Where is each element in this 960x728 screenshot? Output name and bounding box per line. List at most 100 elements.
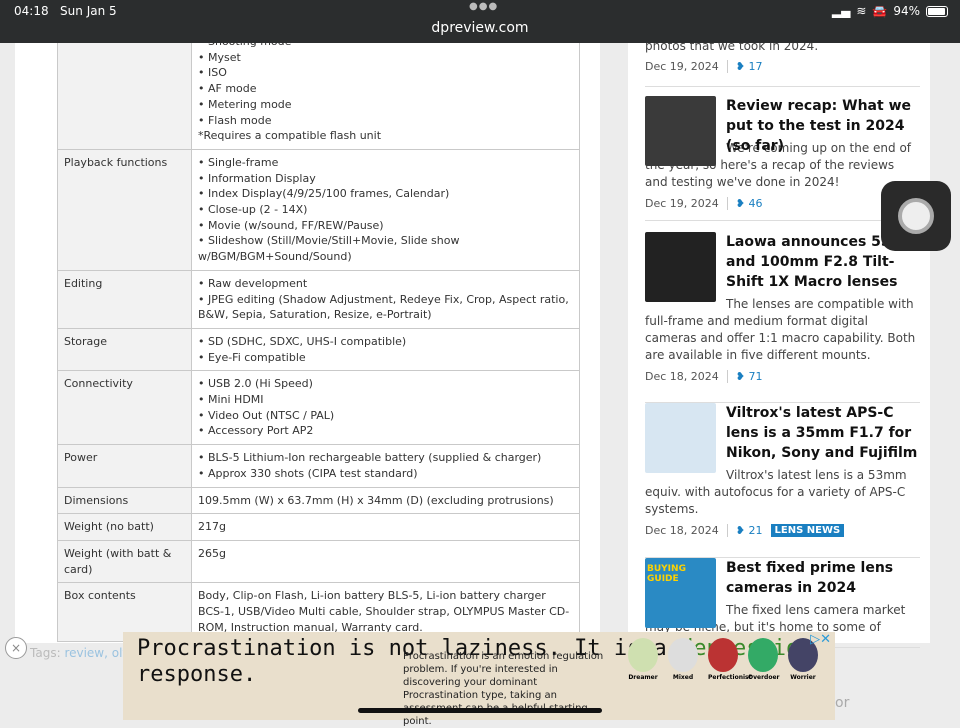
item-meta: Dec 19, 2024 ❥ 17: [645, 60, 920, 73]
spec-row: Editing • Raw development • JPEG editing (…: [57, 269, 580, 329]
item-meta: Dec 18, 2024 ❥ 71: [645, 370, 920, 383]
item-thumbnail[interactable]: BUYING GUIDE: [645, 558, 716, 628]
ad-type-figure: Mixed: [668, 638, 698, 681]
sidebar-item[interactable]: Review recap: What we put to the test in…: [645, 96, 920, 221]
spec-label: Connectivity: [57, 370, 192, 446]
spec-row: Storage • SD (SDHC, SDXC, UHS-I compatibl…: [57, 327, 580, 372]
battery-percent: 94%: [893, 4, 920, 18]
spec-value: 217g: [191, 513, 580, 541]
spec-line: • BLS-5 Lithium-Ion rechargeable battery…: [198, 451, 542, 465]
home-indicator[interactable]: [358, 708, 602, 713]
ad-choices-icon[interactable]: ▷✕: [810, 632, 831, 647]
spec-value: • SD (SDHC, SDXC, UHS-I compatible) • Eye…: [191, 327, 580, 372]
spec-line: • AF mode: [198, 82, 257, 96]
spec-label: [57, 28, 192, 150]
spec-row: Power • BLS-5 Lithium-Ion rechargeable ba…: [57, 444, 580, 488]
ad-type-figure: Dreamer: [628, 638, 658, 681]
ad-types: Dreamer Mixed Perfectionist Overdoer Worrier: [628, 638, 818, 681]
multitask-dots-icon[interactable]: ●●●: [469, 1, 498, 12]
clock: 04:18 Sun Jan 5: [14, 4, 117, 18]
spec-line: • Movie (w/sound, FF/REW/Pause): [198, 218, 384, 232]
ad-type-figure: Perfectionist: [708, 638, 751, 681]
sidebar-item[interactable]: Viltrox's latest APS-C lens is a 35mm F1…: [645, 403, 920, 558]
spec-line: • Raw development: [198, 276, 308, 290]
spec-label: Editing: [57, 269, 192, 329]
spec-label: Dimensions: [57, 486, 192, 515]
spec-line: • Close-up (2 - 14X): [198, 203, 308, 217]
spec-label: Playback functions: [57, 148, 192, 271]
comment-count[interactable]: ❥ 17: [726, 60, 763, 73]
spec-value: • USB 2.0 (Hi Speed) • Mini HDMI • Video O…: [191, 370, 580, 446]
spec-value: • Shooting mode• Myset• ISO• AF mode• Me…: [191, 28, 580, 150]
item-meta: Dec 19, 2024 ❥ 46: [645, 197, 920, 210]
item-thumbnail[interactable]: [645, 232, 716, 302]
spec-row: • Shooting mode• Myset• ISO• AF mode• Me…: [57, 28, 580, 150]
item-date: Dec 19, 2024: [645, 197, 719, 210]
spec-line: • Eye-Fi compatible: [198, 350, 306, 364]
assistive-touch-button[interactable]: [881, 181, 951, 251]
spec-line: • Approx 330 shots (CIPA test standard): [198, 466, 418, 480]
battery-icon: [926, 5, 948, 17]
item-title[interactable]: Best fixed prime lens cameras in 2024: [726, 558, 921, 598]
spec-line: 109.5mm (W) x 63.7mm (H) x 34mm (D) (exc…: [198, 493, 554, 507]
spec-line: 217g: [198, 520, 226, 534]
spec-line: • Mini HDMI: [198, 393, 264, 407]
spec-line: • ISO: [198, 66, 227, 80]
spec-value: 265g: [191, 539, 580, 584]
status-icons: ▂▄ ≋ 🚘 94%: [832, 4, 948, 18]
item-meta: Dec 18, 2024 ❥ 21 LENS NEWS: [645, 524, 920, 537]
spec-value: 109.5mm (W) x 63.7mm (H) x 34mm (D) (exc…: [191, 486, 580, 515]
item-title[interactable]: Review recap: What we put to the test in…: [726, 96, 921, 156]
close-ad-button[interactable]: ×: [5, 637, 27, 659]
spec-line: 265g: [198, 546, 226, 560]
spec-line: • Information Display: [198, 171, 316, 185]
spec-value: • BLS-5 Lithium-Ion rechargeable battery…: [191, 444, 580, 488]
browser-status-bar: 04:18 Sun Jan 5 ●●● dpreview.com ▂▄ ≋ 🚘 …: [0, 0, 960, 43]
spec-row: Connectivity • USB 2.0 (Hi Speed) • Mini H…: [57, 370, 580, 446]
ad-type-figure: Overdoer: [748, 638, 780, 681]
tag-links[interactable]: review, oly: [64, 646, 129, 660]
url-bar[interactable]: dpreview.com: [0, 20, 960, 36]
item-thumbnail[interactable]: [645, 96, 716, 166]
spec-value: • Single-frame • Information Display • Ind…: [191, 148, 580, 271]
spec-line: • SD (SDHC, SDXC, UHS-I compatible): [198, 334, 407, 348]
comment-count[interactable]: ❥ 71: [726, 370, 763, 383]
spec-row: Dimensions 109.5mm (W) x 63.7mm (H) x 34m…: [57, 486, 580, 515]
category-badge[interactable]: LENS NEWS: [770, 524, 845, 537]
spec-row: Weight (no batt) 217g: [57, 513, 580, 541]
spec-line: Body, Clip-on Flash, Li-ion battery BLS-…: [198, 589, 570, 634]
spec-line: • USB 2.0 (Hi Speed): [198, 377, 313, 391]
wifi-icon: ≋: [856, 4, 867, 18]
spec-label: Weight (no batt): [57, 513, 192, 541]
spec-line: • Index Display(4/9/25/100 frames, Calen…: [198, 187, 450, 201]
signal-icon: ▂▄: [831, 4, 851, 18]
spec-label: Storage: [57, 327, 192, 372]
comment-count[interactable]: ❥ 21: [726, 524, 763, 537]
spec-row: Playback functions • Single-frame • Inform…: [57, 148, 580, 271]
spec-line: • Accessory Port AP2: [198, 424, 314, 438]
spec-line: *Requires a compatible flash unit: [198, 129, 382, 143]
tags: Tags: review, oly: [30, 646, 130, 660]
item-title[interactable]: Viltrox's latest APS-C lens is a 35mm F1…: [726, 403, 921, 463]
spec-line: • Flash mode: [198, 113, 272, 127]
item-date: Dec 18, 2024: [645, 370, 719, 383]
spec-row: Weight (with batt & card) 265g: [57, 539, 580, 584]
ad-body: Procrastination is an emotion regulation…: [403, 651, 604, 727]
partial-text: or: [835, 695, 850, 711]
spec-table: • Shooting mode• Myset• ISO• AF mode• Me…: [57, 28, 580, 642]
item-date: Dec 19, 2024: [645, 60, 719, 73]
spec-line: • Video Out (NTSC / PAL): [198, 408, 335, 422]
spec-label: Weight (with batt & card): [57, 539, 192, 584]
comment-count[interactable]: ❥ 46: [726, 197, 763, 210]
spec-line: • Single-frame: [198, 155, 279, 169]
spec-line: • Myset: [198, 50, 241, 64]
item-date: Dec 18, 2024: [645, 524, 719, 537]
sidebar-item[interactable]: Laowa announces 55mm and 100mm F2.8 Tilt…: [645, 232, 920, 403]
spec-line: • Metering mode: [198, 97, 292, 111]
item-thumbnail[interactable]: [645, 403, 716, 473]
sidebar-item[interactable]: photos that we took in 2024. Dec 19, 202…: [645, 38, 920, 87]
ad-banner[interactable]: Procrastination is not laziness. It is a…: [123, 632, 835, 727]
spec-line: • Slideshow (Still/Movie/Still+Movie, Sl…: [198, 234, 460, 264]
car-icon: 🚘: [872, 4, 888, 18]
spec-value: • Raw development • JPEG editing (Shadow …: [191, 269, 580, 329]
